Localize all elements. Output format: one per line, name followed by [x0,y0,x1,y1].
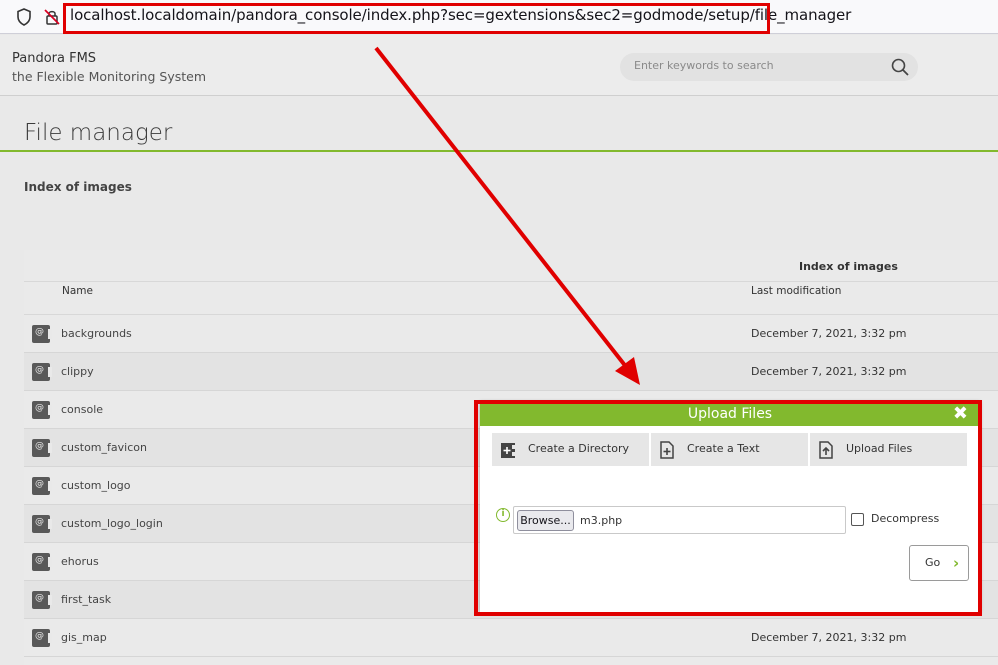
folder-icon [32,477,52,495]
search-bar[interactable] [620,53,918,81]
url-highlight-box [63,3,770,34]
page-title: File manager [24,120,173,146]
search-icon[interactable] [890,57,910,77]
folder-icon [32,629,52,647]
folder-name[interactable]: console [61,403,103,416]
dialog-highlight-box [474,400,982,616]
folder-name[interactable]: clippy [61,365,94,378]
insecure-lock-icon[interactable] [42,7,62,27]
brand-title: Pandora FMS [12,51,97,66]
modified-date: December 7, 2021, 3:32 pm [751,631,907,644]
table-header-row: Name Last modification [24,282,998,315]
table-row[interactable]: clippy December 7, 2021, 3:32 pm [24,353,998,391]
folder-name[interactable]: backgrounds [61,327,132,340]
title-divider [0,150,998,152]
column-header-name: Name [62,285,93,297]
folder-name[interactable]: custom_favicon [61,441,147,454]
shield-icon[interactable] [14,7,34,27]
section-label: Index of images [24,180,132,194]
table-title: Index of images [799,260,898,273]
table-title-row: Index of images [24,250,998,282]
folder-name[interactable]: gis_map [61,631,107,644]
folder-name[interactable]: custom_logo_login [61,517,163,530]
table-row[interactable]: gis_map December 7, 2021, 3:32 pm [24,619,998,657]
brand-subtitle: the Flexible Monitoring System [12,69,206,84]
modified-date: December 7, 2021, 3:32 pm [751,365,907,378]
table-row[interactable]: backgrounds December 7, 2021, 3:32 pm [24,315,998,353]
folder-icon [32,325,52,343]
folder-name[interactable]: custom_logo [61,479,131,492]
folder-icon [32,515,52,533]
folder-icon [32,591,52,609]
folder-icon [32,401,52,419]
modified-date: December 7, 2021, 3:32 pm [751,327,907,340]
folder-icon [32,439,52,457]
column-header-modified: Last modification [751,285,842,297]
folder-icon [32,553,52,571]
search-input[interactable] [634,59,874,72]
app-header: Pandora FMS the Flexible Monitoring Syst… [0,35,998,96]
folder-name[interactable]: first_task [61,593,111,606]
folder-icon [32,363,52,381]
folder-name[interactable]: ehorus [61,555,99,568]
